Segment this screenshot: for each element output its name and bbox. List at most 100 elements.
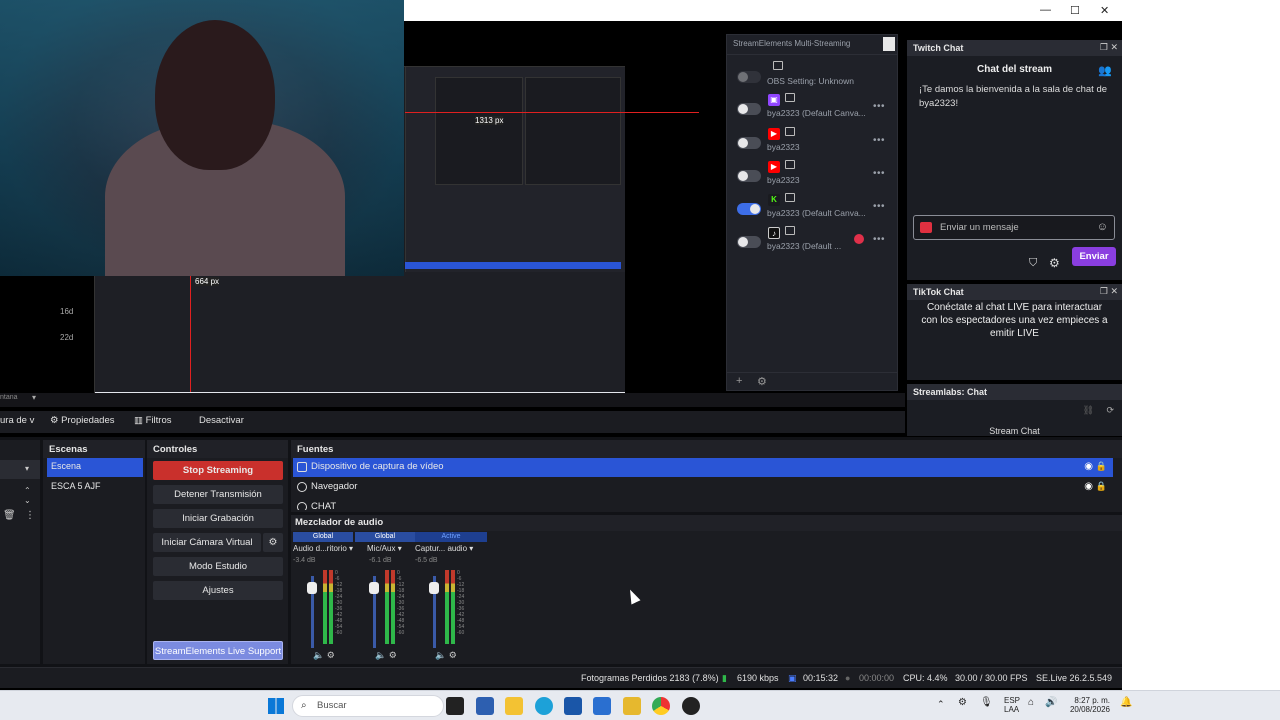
chevron-down-icon[interactable]: ▾ — [32, 393, 36, 402]
properties-label: Propiedades — [61, 415, 115, 426]
stream-row[interactable]: ♪ bya2323 (Default ... ••• — [733, 226, 893, 256]
virtual-camera-button[interactable]: Iniciar Cámara Virtual — [153, 533, 261, 552]
source-row[interactable]: Dispositivo de captura de vídeo ◉ 🔒 — [293, 458, 1113, 477]
source-row[interactable]: Navegador ◉ 🔒 — [293, 478, 1113, 497]
scene-item[interactable]: ESCA 5 AJF — [47, 478, 143, 497]
trash-icon[interactable]: 🗑 — [3, 510, 16, 521]
toggle-switch[interactable] — [737, 170, 761, 182]
toggle-switch[interactable] — [737, 236, 761, 248]
speaker-icon[interactable]: 🔈 — [435, 650, 446, 660]
scene-item[interactable]: Escena — [47, 458, 143, 477]
volume-knob[interactable] — [429, 582, 439, 594]
more-icon[interactable]: ••• — [873, 135, 885, 146]
level-meter — [323, 570, 327, 644]
dock-controls[interactable]: ❐ ✕ — [1100, 42, 1118, 53]
db-scale: 0 -6 -12 -18 -24 -30 -36 -42 -48 -54 -60 — [335, 570, 343, 636]
edge-icon[interactable] — [535, 697, 553, 715]
stream-row[interactable]: ▶ bya2323 ••• — [733, 160, 893, 190]
app-icon[interactable] — [476, 697, 494, 715]
toggle-switch[interactable] — [737, 71, 761, 83]
close-icon[interactable]: ✕ — [1100, 4, 1109, 17]
mixer-icons[interactable]: 🔈 ⚙ — [375, 650, 397, 661]
filters-button[interactable]: ▥ Filtros — [134, 415, 172, 426]
users-icon[interactable]: 👥 — [1098, 64, 1112, 77]
source-row[interactable]: CHAT — [293, 498, 1113, 510]
toggle-switch[interactable] — [737, 203, 761, 215]
deactivate-button[interactable]: Desactivar — [199, 415, 244, 426]
volume-icon[interactable]: 🔊 — [1045, 697, 1057, 708]
arrow-up-icon[interactable]: ⌃ — [24, 486, 31, 495]
mail-icon[interactable] — [593, 697, 611, 715]
live-support-button[interactable]: StreamElements Live Support — [153, 641, 283, 660]
more-icon[interactable]: ••• — [873, 168, 885, 179]
mixer-icons[interactable]: 🔈 ⚙ — [435, 650, 457, 661]
maximize-icon[interactable]: ☐ — [1070, 4, 1080, 17]
windows-icon[interactable] — [268, 698, 284, 714]
more-icon[interactable]: ••• — [873, 101, 885, 112]
chevron-down-icon[interactable]: ▾ — [25, 464, 29, 473]
lock-icon[interactable]: 🔒 — [1096, 481, 1107, 492]
bell-icon[interactable]: 🔔 — [1120, 697, 1132, 708]
mic-icon[interactable]: 🎙 — [980, 697, 993, 708]
emote-icon[interactable]: ☺ — [1097, 221, 1108, 233]
stream-row[interactable]: OBS Setting: Unknown — [733, 61, 893, 91]
link-icon[interactable]: ⛓ — [1083, 405, 1094, 416]
minimize-icon[interactable]: — — [1040, 4, 1051, 16]
dock-controls[interactable]: ❐ ✕ — [1100, 286, 1118, 297]
volume-knob[interactable] — [369, 582, 379, 594]
send-button[interactable]: Enviar — [1072, 247, 1116, 266]
settings-button[interactable]: Ajustes — [153, 581, 283, 600]
network-icon[interactable]: ⌂ — [1028, 697, 1034, 708]
gear-icon[interactable]: ⚙ — [1049, 256, 1060, 270]
stream-row[interactable]: ▶ bya2323 ••• — [733, 127, 893, 157]
add-icon[interactable]: + — [736, 375, 742, 387]
channel-name[interactable]: Mic/Aux ▾ — [355, 544, 415, 553]
volume-knob[interactable] — [307, 582, 317, 594]
eye-icon[interactable]: ◉ — [1084, 481, 1093, 492]
chrome-icon[interactable] — [652, 697, 670, 715]
stream-row[interactable]: K bya2323 (Default Canva... ••• — [733, 193, 893, 223]
app-icon[interactable] — [623, 697, 641, 715]
chat-input[interactable]: Enviar un mensaje ☺ — [913, 215, 1115, 240]
search-input[interactable]: ⌕ Buscar — [292, 695, 444, 717]
eye-icon[interactable]: ◉ — [1084, 461, 1093, 472]
gear-icon[interactable]: ⚙ — [757, 375, 767, 388]
refresh-icon[interactable]: ⟳ — [1106, 405, 1114, 416]
mixer-icons[interactable]: 🔈 ⚙ — [313, 650, 335, 661]
channel-name[interactable]: Audio d...ritorio ▾ — [293, 544, 353, 553]
gear-icon[interactable]: ⚙ — [449, 650, 457, 660]
task-view-icon[interactable] — [446, 697, 464, 715]
nested-height-label: 664 px — [195, 277, 220, 286]
chevron-down-icon[interactable]: ▾ — [398, 544, 402, 553]
folder-icon[interactable] — [505, 697, 523, 715]
speaker-icon[interactable]: 🔈 — [313, 650, 324, 660]
stop-transmission-button[interactable]: Detener Transmisión — [153, 485, 283, 504]
shield-icon[interactable]: ⛉ — [1029, 257, 1037, 270]
chevron-down-icon[interactable]: ▾ — [349, 544, 353, 553]
store-icon[interactable] — [564, 697, 582, 715]
more-icon[interactable]: ••• — [873, 201, 885, 212]
speaker-icon[interactable]: 🔈 — [375, 650, 386, 660]
properties-button[interactable]: ⚙ Propiedades — [50, 415, 115, 426]
language-indicator[interactable]: ESP LAA — [1004, 696, 1020, 714]
lock-icon[interactable]: 🔒 — [1096, 461, 1107, 472]
toggle-switch[interactable] — [737, 137, 761, 149]
tray-icon[interactable]: ⚙ — [958, 697, 967, 708]
stream-row[interactable]: ▣ bya2323 (Default Canva... ••• — [733, 93, 893, 123]
studio-mode-button[interactable]: Modo Estudio — [153, 557, 283, 576]
toggle-switch[interactable] — [737, 103, 761, 115]
gear-icon[interactable]: ⚙ — [389, 650, 397, 660]
chevron-up-icon[interactable]: ⌃ — [937, 699, 945, 710]
gear-icon[interactable]: ⚙ — [263, 533, 283, 552]
arrow-down-icon[interactable]: ⌄ — [24, 496, 31, 505]
channel-name[interactable]: Captur... audio ▾ — [415, 544, 487, 553]
more-icon[interactable]: ⋮ — [25, 510, 35, 521]
obs-icon[interactable] — [682, 697, 700, 715]
more-icon[interactable]: ••• — [873, 234, 885, 245]
chevron-down-icon[interactable]: ▾ — [469, 544, 473, 553]
close-icon[interactable] — [883, 37, 895, 51]
clock[interactable]: 8:27 p. m. 20/08/2026 — [1066, 696, 1110, 714]
stop-streaming-button[interactable]: Stop Streaming — [153, 461, 283, 480]
gear-icon[interactable]: ⚙ — [327, 650, 335, 660]
start-recording-button[interactable]: Iniciar Grabación — [153, 509, 283, 528]
